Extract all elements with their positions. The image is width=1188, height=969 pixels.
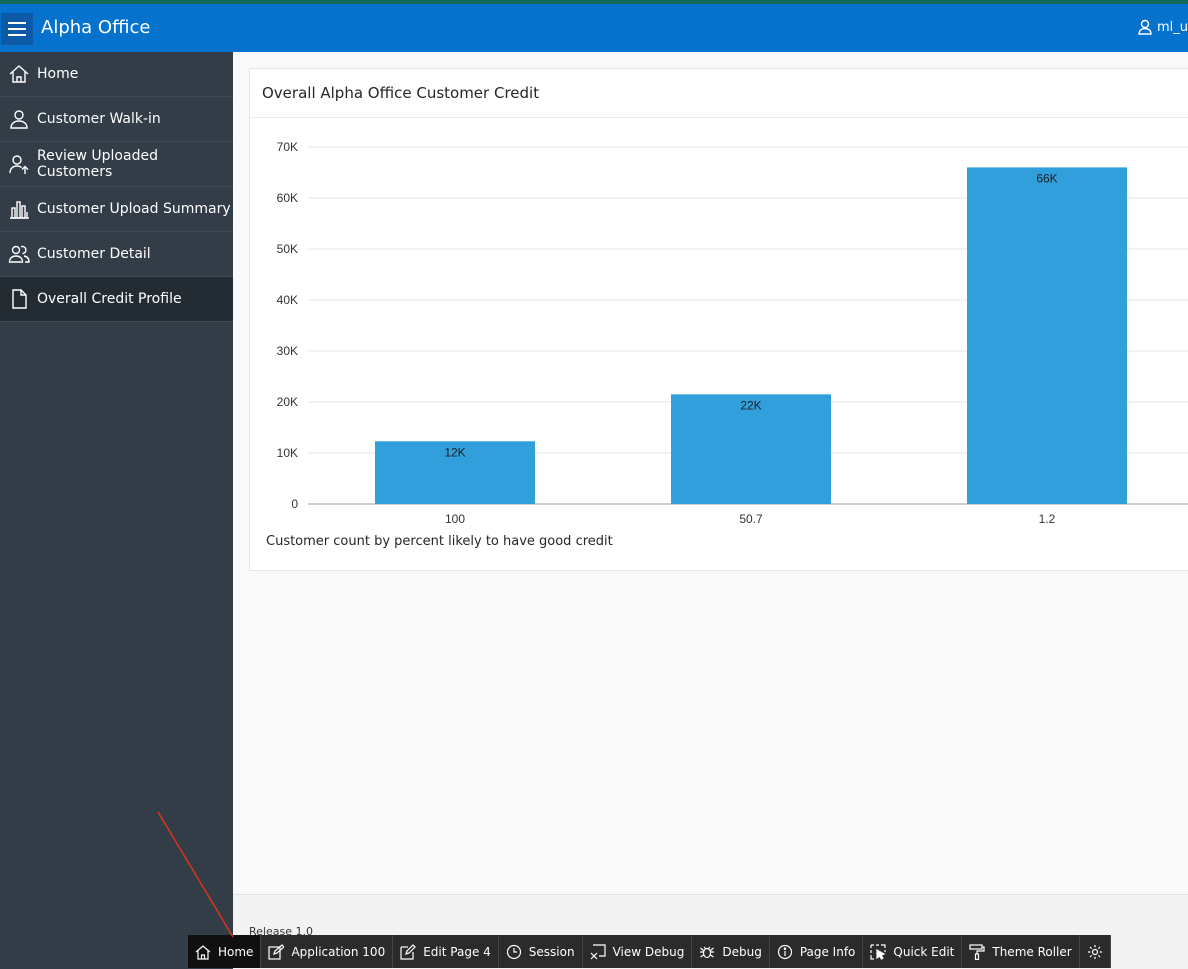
user-upload-icon <box>0 153 37 175</box>
dev-item-label: Application 100 <box>291 944 386 959</box>
y-tick-label: 40K <box>277 293 298 307</box>
region-title: Overall Alpha Office Customer Credit <box>250 69 1188 118</box>
dev-theme-roller-button[interactable]: Theme Roller <box>962 935 1080 968</box>
y-tick-label: 30K <box>277 344 298 358</box>
hamburger-menu-icon <box>8 22 26 36</box>
sidebar-navigation: Home Customer Walk-in Review Uploaded Cu… <box>0 52 233 969</box>
sidebar-item-label: Review Uploaded Customers <box>37 148 158 180</box>
hamburger-menu-button[interactable] <box>1 13 33 45</box>
main-content: Overall Alpha Office Customer Credit 0 10… <box>233 52 1188 894</box>
dev-item-label: View Debug <box>612 944 685 959</box>
edit-icon <box>268 943 285 960</box>
sidebar-item-customer-walk-in[interactable]: Customer Walk-in <box>0 97 233 142</box>
view-debug-icon <box>590 943 606 959</box>
user-menu[interactable]: ml_u <box>1138 19 1188 35</box>
user-name: ml_u <box>1156 19 1188 35</box>
y-tick-label: 70K <box>277 140 298 154</box>
data-label: 12K <box>444 445 465 459</box>
top-navigation-bar: Alpha Office ml_u <box>0 0 1188 52</box>
x-tick-label: 100 <box>445 512 465 526</box>
dev-item-label: Theme Roller <box>992 944 1072 959</box>
sidebar-item-label: Customer Walk-in <box>37 111 161 127</box>
chart-caption: Customer count by percent likely to have… <box>266 534 613 549</box>
sidebar-item-label: Home <box>37 66 79 82</box>
chart-region: Overall Alpha Office Customer Credit 0 10… <box>249 68 1188 571</box>
app-title[interactable]: Alpha Office <box>41 17 150 38</box>
sidebar-item-customer-detail[interactable]: Customer Detail <box>0 232 233 277</box>
dev-home-button[interactable]: Home <box>188 935 262 968</box>
x-tick-label: 1.2 <box>1039 512 1056 526</box>
paint-roller-icon <box>969 943 985 960</box>
x-tick-label: 50.7 <box>739 512 763 526</box>
user-icon <box>1138 19 1152 35</box>
dev-session-button[interactable]: Session <box>499 935 583 968</box>
user-icon <box>0 108 37 130</box>
y-tick-label: 50K <box>277 242 298 256</box>
y-tick-label: 0 <box>291 497 298 511</box>
dev-item-label: Session <box>528 944 575 959</box>
dev-settings-button[interactable] <box>1080 935 1111 968</box>
sidebar-item-customer-upload-summary[interactable]: Customer Upload Summary <box>0 187 233 232</box>
dev-view-debug-button[interactable]: View Debug <box>583 935 693 968</box>
quick-edit-icon <box>870 943 886 960</box>
bar-chart-icon <box>0 198 37 220</box>
dev-item-label: Quick Edit <box>893 944 955 959</box>
dev-item-label: Page Info <box>799 944 856 959</box>
document-icon <box>0 288 37 310</box>
home-icon <box>195 944 211 960</box>
sidebar-item-label: Overall Credit Profile <box>37 291 182 307</box>
dev-page-info-button[interactable]: Page Info <box>770 935 864 968</box>
y-tick-label: 10K <box>277 446 298 460</box>
developer-toolbar: Home Application 100 Edit Page 4 Session… <box>188 935 1111 968</box>
bug-icon <box>700 946 715 958</box>
sidebar-item-label: Customer Detail <box>37 246 151 262</box>
edit-page-icon <box>400 943 417 960</box>
gear-icon <box>1087 944 1102 959</box>
dev-item-label: Home <box>218 944 254 959</box>
home-icon <box>0 63 37 85</box>
dev-application-button[interactable]: Application 100 <box>261 935 394 968</box>
y-tick-label: 60K <box>277 191 298 205</box>
data-label: 66K <box>1036 171 1057 185</box>
bar-chart: 0 10K 20K 30K 40K 50K 60K 70K 12K 100 22K 50.7 66K 1.… <box>277 140 1188 526</box>
sidebar-item-review-uploaded-customers[interactable]: Review Uploaded Customers <box>0 142 233 187</box>
bar <box>967 167 1127 504</box>
y-tick-label: 20K <box>277 395 298 409</box>
users-icon <box>0 243 37 265</box>
sidebar-item-overall-credit-profile[interactable]: Overall Credit Profile <box>0 277 233 322</box>
sidebar-item-home[interactable]: Home <box>0 52 233 97</box>
dev-quick-edit-button[interactable]: Quick Edit <box>863 935 963 968</box>
data-label: 22K <box>740 398 761 412</box>
dev-debug-button[interactable]: Debug <box>692 935 770 968</box>
dev-item-label: Debug <box>722 944 762 959</box>
info-icon <box>777 944 792 959</box>
sidebar-item-label: Customer Upload Summary <box>37 201 231 217</box>
clock-icon <box>506 944 521 959</box>
dev-edit-page-button[interactable]: Edit Page 4 <box>393 935 499 968</box>
dev-item-label: Edit Page 4 <box>423 944 491 959</box>
